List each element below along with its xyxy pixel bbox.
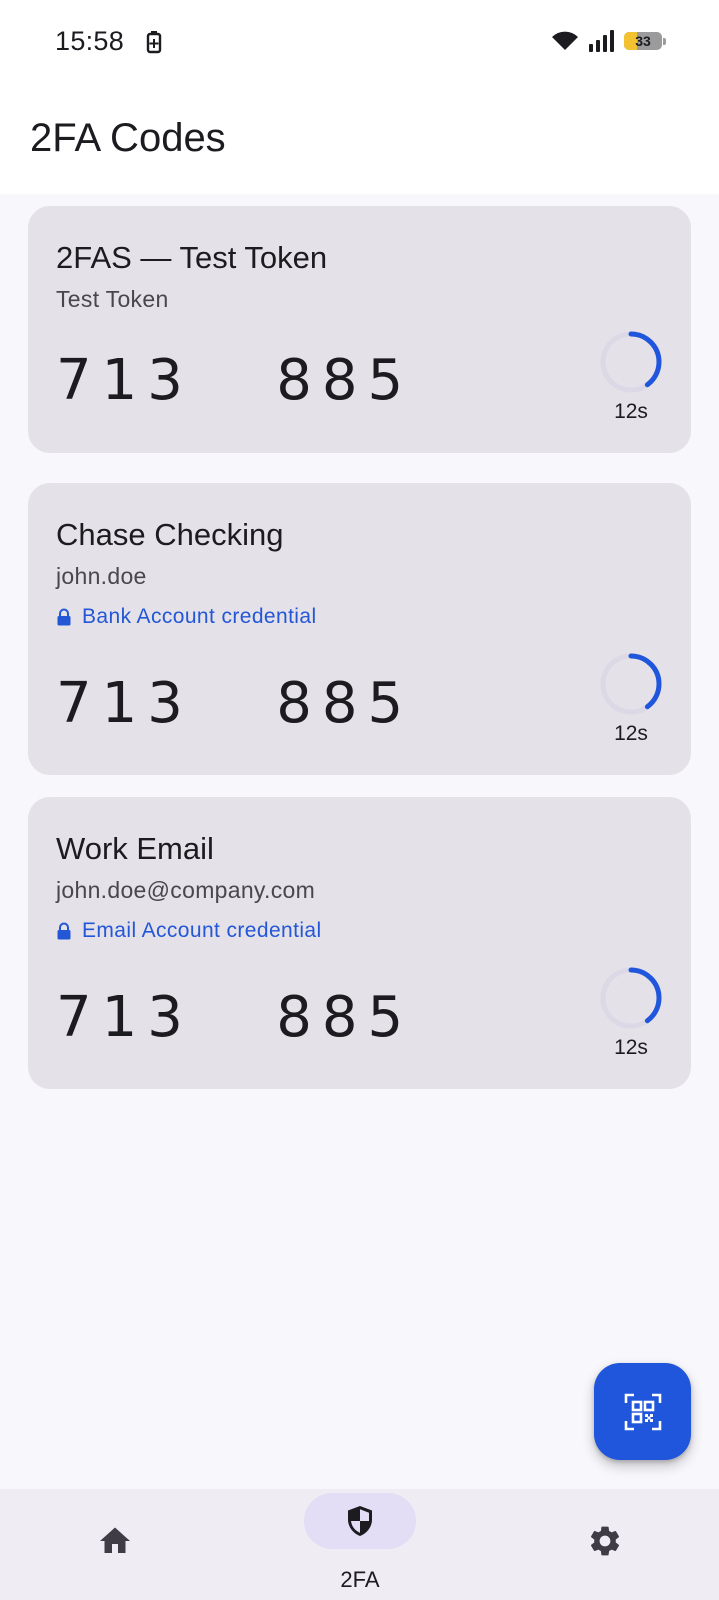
countdown-timer: 12s [599,966,663,1066]
battery-level: 33 [635,33,651,49]
token-card[interactable]: Chase Checking john.doe Bank Account cre… [28,483,691,775]
countdown-timer: 12s [599,652,663,752]
home-icon [100,1527,130,1553]
lock-icon [57,922,71,940]
token-card[interactable]: 2FAS — Test Token Test Token 713 885 12s [28,206,691,453]
scan-qr-button[interactable] [594,1363,691,1460]
qr-scan-icon [624,1393,661,1430]
credential-label: Email Account credential [82,919,322,942]
timer-ring-icon [600,653,662,715]
nav-2fa[interactable]: 2FA [295,1489,425,1600]
credential-link[interactable]: Email Account credential [56,917,322,945]
timer-ring-icon [600,331,662,393]
token-title: Work Email [56,831,214,866]
otp-code[interactable]: 713 885 [56,985,413,1050]
credential-label: Bank Account credential [82,605,317,628]
token-title: Chase Checking [56,517,284,552]
countdown-timer: 12s [599,330,663,430]
timer-label: 12s [614,1036,648,1059]
status-bar: 15:58 33 [0,0,719,86]
nav-active-indicator [304,1493,416,1549]
nav-settings[interactable] [555,1489,655,1600]
page-title: 2FA Codes [30,116,226,160]
bottom-navigation: 2FA [0,1489,719,1600]
nav-2fa-label: 2FA [340,1567,380,1592]
token-account: john.doe [56,563,147,589]
timer-label: 12s [614,400,648,423]
lock-icon [57,608,71,626]
app-header: 2FA Codes [0,86,719,194]
battery-icon: 33 [624,30,666,52]
credential-link[interactable]: Bank Account credential [56,603,317,631]
battery-saver-icon [146,31,162,54]
token-title: 2FAS — Test Token [56,240,328,275]
timer-ring-icon [600,967,662,1029]
otp-code[interactable]: 713 885 [56,671,413,736]
token-account: Test Token [56,286,169,312]
gear-icon [590,1526,620,1556]
token-account: john.doe@company.com [56,877,316,903]
wifi-icon [552,31,578,50]
shield-icon [348,1506,372,1536]
status-time: 15:58 [55,26,125,56]
signal-icon [589,30,614,52]
token-card[interactable]: Work Email john.doe@company.com Email Ac… [28,797,691,1089]
timer-label: 12s [614,722,648,745]
nav-home[interactable] [65,1489,165,1600]
otp-code[interactable]: 713 885 [56,348,413,413]
